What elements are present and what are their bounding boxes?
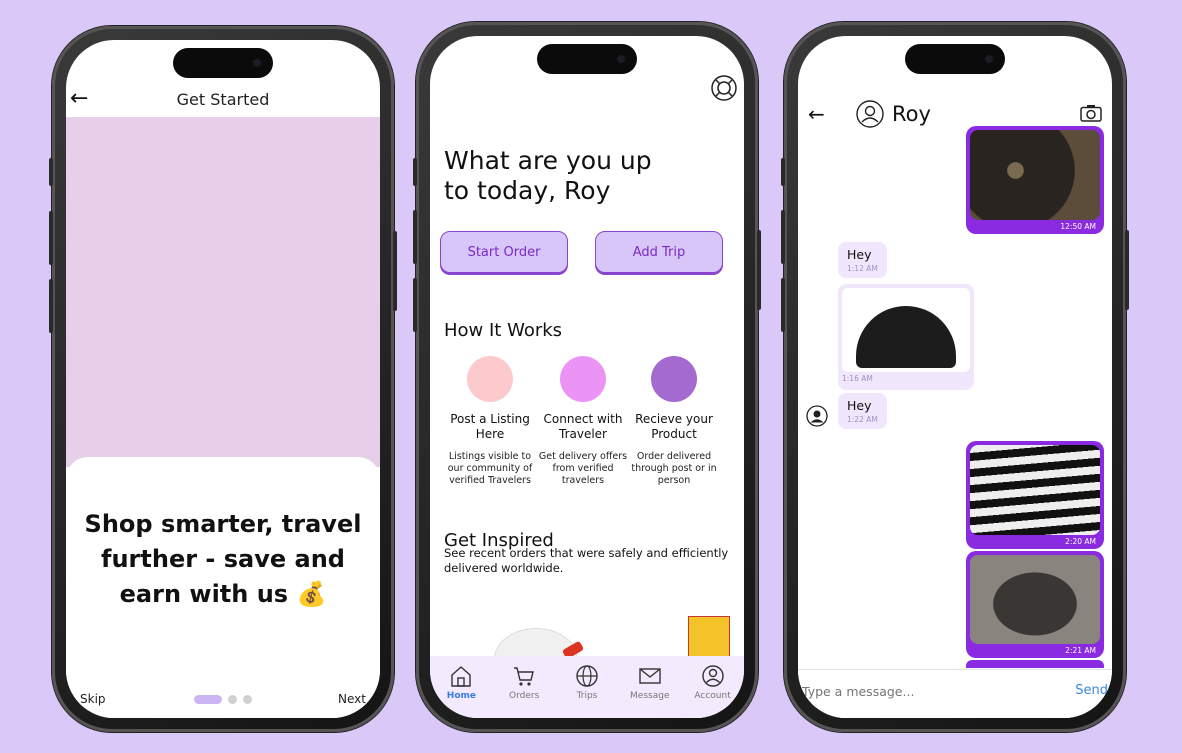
side-button bbox=[757, 230, 761, 310]
nav-label: Trips bbox=[576, 691, 598, 701]
side-button bbox=[781, 210, 785, 264]
beanie-photo bbox=[842, 288, 970, 372]
image-message-beanie[interactable]: 1:16 AM bbox=[838, 284, 974, 390]
get-inspired-description: See recent orders that were safely and e… bbox=[444, 546, 729, 575]
backpack-photo bbox=[970, 555, 1100, 644]
skip-button[interactable]: Skip bbox=[80, 692, 106, 706]
user-icon bbox=[701, 665, 724, 687]
step-circle-icon bbox=[651, 356, 697, 402]
dynamic-island bbox=[537, 44, 637, 74]
onboarding-card: Shop smarter, travel further - save and … bbox=[66, 457, 380, 718]
bottom-nav: Home Orders Trips Message Account bbox=[430, 656, 744, 718]
message-time: 2:21 AM bbox=[1065, 646, 1096, 655]
contact-name: Roy bbox=[892, 102, 931, 126]
text-message[interactable]: Hey 1:22 AM bbox=[838, 393, 887, 429]
side-button bbox=[781, 278, 785, 332]
step-circle-icon bbox=[467, 356, 513, 402]
step-post-listing: Post a Listing Here Listings visible to … bbox=[444, 356, 536, 487]
step-description: Get delivery offers from verified travel… bbox=[538, 451, 628, 486]
dynamic-island bbox=[905, 44, 1005, 74]
side-button bbox=[413, 210, 417, 264]
step-receive-product: Recieve your Product Order delivered thr… bbox=[628, 356, 720, 487]
side-button bbox=[49, 158, 53, 186]
phone-home: What are you up to today, Roy Start Orde… bbox=[413, 22, 761, 732]
step-title: Post a Listing Here bbox=[450, 412, 530, 441]
image-message-partial bbox=[966, 660, 1104, 668]
message-time: 1:16 AM bbox=[842, 374, 873, 383]
step-description: Order delivered through post or in perso… bbox=[631, 451, 717, 486]
avatar[interactable] bbox=[856, 100, 884, 128]
image-message-backpack[interactable]: 2:21 AM bbox=[966, 551, 1104, 658]
page-dot[interactable] bbox=[243, 695, 252, 704]
page-dot-active[interactable] bbox=[194, 695, 222, 704]
home-icon bbox=[451, 666, 472, 687]
message-time: 12:50 AM bbox=[1060, 222, 1096, 231]
back-arrow-icon[interactable]: ← bbox=[808, 102, 825, 126]
nav-message[interactable]: Message bbox=[624, 664, 676, 718]
message-composer: Send bbox=[798, 669, 1112, 718]
message-text: Hey bbox=[847, 398, 872, 413]
knit-photo bbox=[970, 445, 1100, 535]
send-button[interactable]: Send bbox=[1075, 683, 1108, 698]
onboarding-screen: ← Get Started Shop smarter, travel furth… bbox=[66, 40, 380, 718]
chat-screen: ← Roy 12:50 AM Hey 1:12 AM 1:16 AM Hey 1… bbox=[798, 36, 1112, 718]
step-circle-icon bbox=[560, 356, 606, 402]
onboarding-tagline: Shop smarter, travel further - save and … bbox=[84, 510, 362, 608]
avatar[interactable] bbox=[806, 405, 828, 427]
message-input[interactable] bbox=[802, 684, 1032, 699]
nav-label: Home bbox=[446, 691, 476, 701]
phone-onboarding: ← Get Started Shop smarter, travel furth… bbox=[49, 26, 397, 732]
nav-account[interactable]: Account bbox=[687, 664, 739, 718]
home-screen: What are you up to today, Roy Start Orde… bbox=[430, 36, 744, 718]
text-message[interactable]: Hey 1:12 AM bbox=[838, 242, 887, 278]
lifebuoy-icon[interactable] bbox=[710, 74, 738, 102]
message-text: Hey bbox=[847, 247, 872, 262]
side-button bbox=[781, 158, 785, 186]
dynamic-island bbox=[173, 48, 273, 78]
nav-label: Message bbox=[630, 691, 670, 701]
onboarding-header: ← Get Started bbox=[66, 84, 380, 118]
mail-icon bbox=[639, 668, 661, 684]
cart-icon bbox=[514, 667, 535, 686]
hero-image bbox=[66, 117, 380, 467]
step-title: Recieve your Product bbox=[635, 412, 713, 441]
nav-label: Account bbox=[694, 691, 731, 701]
message-time: 1:12 AM bbox=[847, 264, 878, 273]
side-button bbox=[393, 231, 397, 311]
greeting-title: What are you up to today, Roy bbox=[444, 146, 652, 205]
how-it-works-title: How It Works bbox=[444, 320, 563, 341]
globe-icon bbox=[576, 665, 598, 687]
side-button bbox=[413, 278, 417, 332]
image-message-cat[interactable]: 12:50 AM bbox=[966, 126, 1104, 234]
phone-chat: ← Roy 12:50 AM Hey 1:12 AM 1:16 AM Hey 1… bbox=[781, 22, 1129, 732]
nav-label: Orders bbox=[509, 691, 540, 701]
nav-home[interactable]: Home bbox=[435, 664, 487, 718]
image-message-knit[interactable]: 2:20 AM bbox=[966, 441, 1104, 549]
nav-orders[interactable]: Orders bbox=[498, 664, 550, 718]
next-button[interactable]: Next bbox=[338, 692, 366, 706]
message-time: 1:22 AM bbox=[847, 415, 878, 424]
side-button bbox=[413, 158, 417, 186]
step-description: Listings visible to our community of ver… bbox=[447, 451, 533, 486]
cat-photo bbox=[970, 130, 1100, 220]
page-dot[interactable] bbox=[228, 695, 237, 704]
side-button bbox=[49, 211, 53, 265]
step-connect-traveler: Connect with Traveler Get delivery offer… bbox=[537, 356, 629, 487]
page-indicator[interactable] bbox=[194, 695, 252, 704]
add-trip-button[interactable]: Add Trip bbox=[595, 231, 723, 273]
side-button bbox=[49, 279, 53, 333]
start-order-button[interactable]: Start Order bbox=[440, 231, 568, 273]
step-title: Connect with Traveler bbox=[543, 412, 623, 441]
message-time: 2:20 AM bbox=[1065, 537, 1096, 546]
page-title: Get Started bbox=[176, 90, 270, 109]
side-button bbox=[1125, 230, 1129, 310]
camera-icon[interactable] bbox=[1080, 104, 1102, 122]
nav-trips[interactable]: Trips bbox=[561, 664, 613, 718]
